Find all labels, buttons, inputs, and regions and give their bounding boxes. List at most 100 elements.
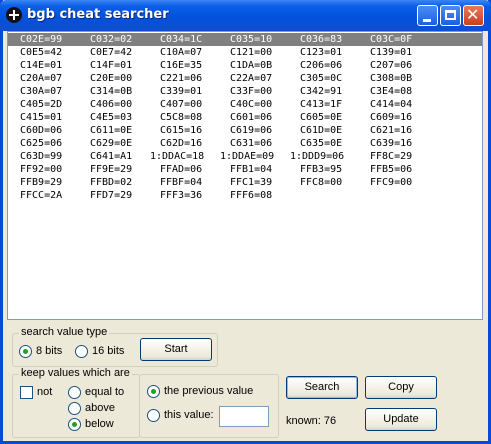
radio-previous-value-label: the previous value (164, 385, 254, 397)
list-item: 1:DDAC=18 (150, 151, 205, 162)
list-item: C139=01 (370, 47, 413, 58)
search-button[interactable]: Search (286, 376, 358, 399)
list-item: C308=0B (370, 73, 413, 84)
list-item: C30A=07 (20, 86, 63, 97)
list-item: C611=0E (90, 125, 133, 136)
list-item: FFF3=36 (160, 190, 203, 201)
list-row[interactable]: C02E=99 C032=02 C034=1C C035=10 C036=83 C03C=… (8, 33, 482, 46)
list-item: FFAD=06 (160, 164, 203, 175)
list-row[interactable]: FFCC=2A FFD7=29 FFF3=36 FFF6=08 (8, 189, 482, 202)
list-item: C20A=07 (20, 73, 63, 84)
list-item: C619=06 (230, 125, 273, 136)
list-item: C5C8=08 (160, 112, 203, 123)
radio-8bits[interactable] (19, 345, 32, 358)
radio-above-label: above (85, 402, 115, 414)
update-button[interactable]: Update (365, 408, 437, 431)
close-button[interactable]: ✕ (463, 5, 484, 26)
copy-button[interactable]: Copy (365, 376, 437, 399)
list-item: C629=0E (90, 138, 133, 149)
list-item: C631=06 (230, 138, 273, 149)
list-row[interactable]: C63D=99 C641=A1 1:DDAC=18 1:DDAE=09 1:DDD9=0… (8, 150, 482, 163)
list-item: C60D=06 (20, 125, 63, 136)
list-item: FFD7=29 (90, 190, 133, 201)
list-item: C413=1F (300, 99, 343, 110)
minimize-icon (423, 19, 431, 22)
list-item: C1DA=0B (230, 60, 273, 71)
plus-cross-icon[interactable] (6, 7, 22, 23)
list-row[interactable]: FF92=00 FF9E=29 FFAD=06 FFB1=04 FFB3=95 FFB5=… (8, 163, 482, 176)
list-item: C0E5=42 (20, 47, 63, 58)
list-row[interactable]: C0E5=42 C0E7=42 C10A=07 C121=00 C123=01 C139=… (8, 46, 482, 59)
list-item: C0E7=42 (90, 47, 133, 58)
list-item: FFC1=39 (230, 177, 273, 188)
radio-above[interactable] (68, 402, 81, 415)
not-checkbox[interactable] (20, 386, 33, 399)
maximize-button[interactable] (440, 5, 461, 26)
list-item: C14F=01 (90, 60, 133, 71)
results-list[interactable]: C02E=99 C032=02 C034=1C C035=10 C036=83 C03C=… (7, 31, 483, 320)
list-item: C035=10 (230, 34, 273, 45)
keep-values-label: keep values which are (19, 367, 132, 379)
list-item: C605=0E (300, 112, 343, 123)
list-item: FFB3=95 (300, 164, 343, 175)
list-item: C314=0B (90, 86, 133, 97)
list-item: C40C=00 (230, 99, 273, 110)
radio-equal-to[interactable] (68, 386, 81, 399)
radio-this-value[interactable] (147, 409, 160, 422)
list-row[interactable]: C14E=01 C14F=01 C16E=35 C1DA=0B C206=06 C207=… (8, 59, 482, 72)
list-item: 1:DDD9=06 (290, 151, 345, 162)
list-item: C62D=16 (160, 138, 203, 149)
list-item: C339=01 (160, 86, 203, 97)
list-item: C207=06 (370, 60, 413, 71)
radio-equal-to-label: equal to (85, 386, 125, 398)
list-item: C03C=0F (370, 34, 413, 45)
list-item: C121=00 (230, 47, 273, 58)
list-item: C609=16 (370, 112, 413, 123)
list-item: C02E=99 (20, 34, 63, 45)
list-row[interactable]: C625=06 C629=0E C62D=16 C631=06 C635=0E C639=… (8, 137, 482, 150)
list-item: C415=01 (20, 112, 63, 123)
this-value-input[interactable] (219, 406, 269, 427)
list-row[interactable]: C415=01 C4E5=03 C5C8=08 C601=06 C605=0E C609=… (8, 111, 482, 124)
list-row[interactable]: C60D=06 C611=0E C615=16 C619=06 C61D=0E C621=… (8, 124, 482, 137)
list-item: C414=04 (370, 99, 413, 110)
list-item: C032=02 (90, 34, 133, 45)
list-item: 1:DDAE=09 (220, 151, 275, 162)
radio-below-label: below (85, 418, 114, 430)
list-item: C14E=01 (20, 60, 63, 71)
radio-previous-value[interactable] (147, 385, 160, 398)
minimize-button[interactable] (417, 5, 438, 26)
list-item: C639=16 (370, 138, 413, 149)
title-bar[interactable]: bgb cheat searcher ✕ (0, 0, 491, 31)
list-item: C641=A1 (90, 151, 133, 162)
list-item: FFB5=06 (370, 164, 413, 175)
radio-16bits[interactable] (75, 345, 88, 358)
list-item: C305=0C (300, 73, 343, 84)
list-item: C61D=0E (300, 125, 343, 136)
known-count: known: 76 (286, 415, 337, 427)
list-item: FFBD=02 (90, 177, 133, 188)
list-row[interactable]: C405=2D C406=00 C407=00 C40C=00 C413=1F C414=… (8, 98, 482, 111)
list-item: C10A=07 (160, 47, 203, 58)
list-item: FF92=00 (20, 164, 63, 175)
list-item: FFB1=04 (230, 164, 273, 175)
list-item: C3E4=08 (370, 86, 413, 97)
list-item: C22A=07 (230, 73, 273, 84)
list-item: C221=06 (160, 73, 203, 84)
list-row[interactable]: C30A=07 C314=0B C339=01 C33F=00 C342=91 C3E4=… (8, 85, 482, 98)
list-item: C635=0E (300, 138, 343, 149)
list-item: C034=1C (160, 34, 203, 45)
list-item: C342=91 (300, 86, 343, 97)
list-item: C405=2D (20, 99, 63, 110)
list-row[interactable]: FFB9=29 FFBD=02 FFBF=04 FFC1=39 FFC8=00 FFC9=… (8, 176, 482, 189)
not-checkbox-label: not (37, 386, 53, 398)
list-item: C406=00 (90, 99, 133, 110)
list-item: FFB9=29 (20, 177, 63, 188)
list-item: C601=06 (230, 112, 273, 123)
close-icon: ✕ (466, 5, 480, 24)
start-button[interactable]: Start (140, 338, 212, 361)
list-row[interactable]: C20A=07 C20E=00 C221=06 C22A=07 C305=0C C308=… (8, 72, 482, 85)
radio-below[interactable] (68, 418, 81, 431)
list-item: FF9E=29 (90, 164, 133, 175)
list-item: FFCC=2A (20, 190, 63, 201)
